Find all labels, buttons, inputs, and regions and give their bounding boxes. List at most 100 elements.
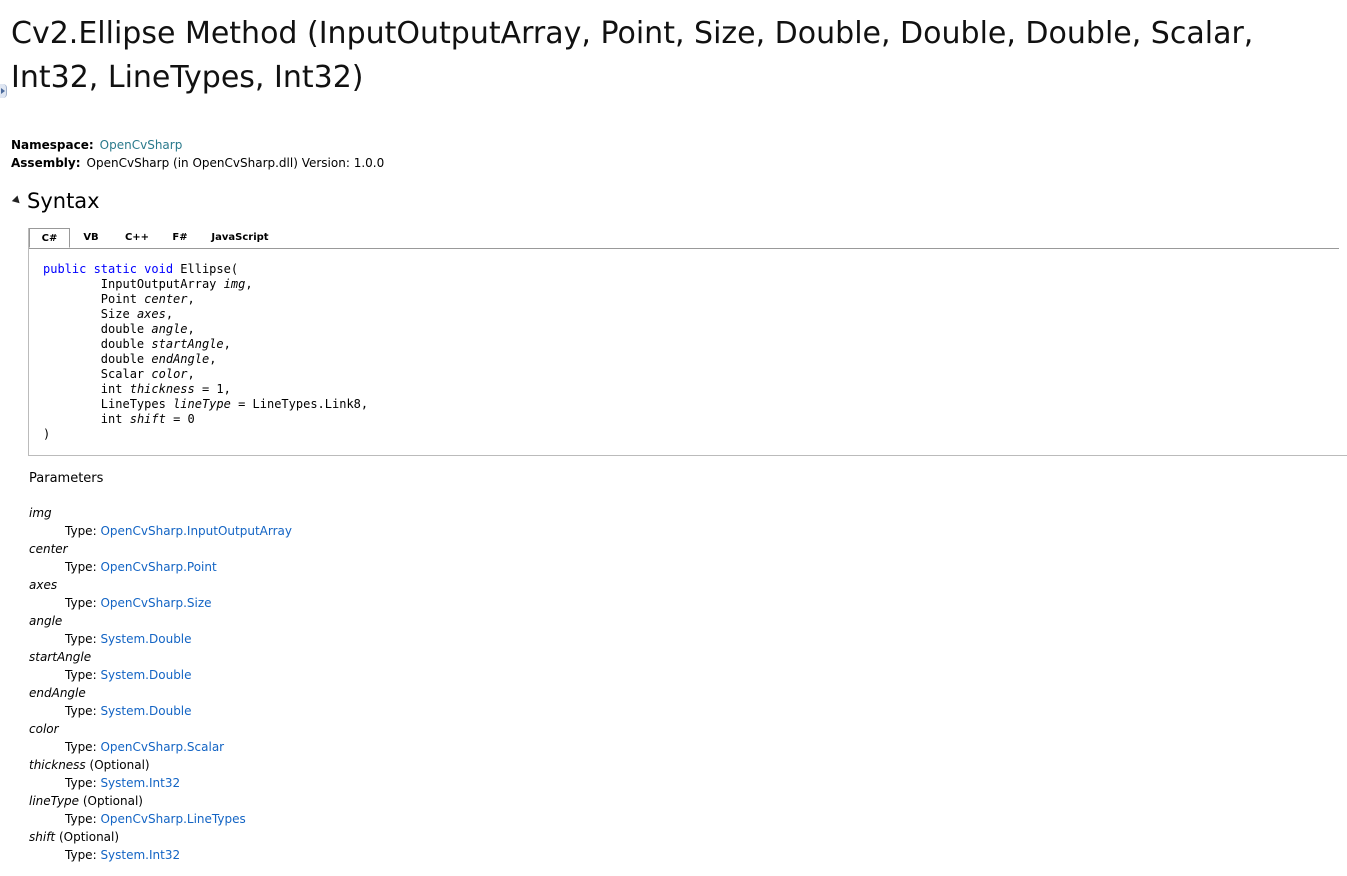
code-param-type: double <box>100 352 145 366</box>
code-param-line: LineTypes lineType = LineTypes.Link8, <box>43 397 368 411</box>
type-prefix: Type: <box>65 704 97 718</box>
code-param-suffix: , <box>187 322 195 336</box>
code-param-suffix: , <box>223 337 231 351</box>
syntax-heading: Syntax <box>27 189 100 213</box>
parameter-name-row: endAngle <box>29 684 292 702</box>
code-param-suffix: , <box>187 292 195 306</box>
parameter-name-row: shift (Optional) <box>29 828 292 846</box>
collapse-triangle-icon <box>11 194 23 206</box>
syntax-section-toggle[interactable]: Syntax <box>11 186 100 216</box>
code-param-type: Scalar <box>100 367 145 381</box>
parameter-name: lineType <box>29 794 80 808</box>
parameter-type-link[interactable]: OpenCvSharp.Scalar <box>100 740 224 754</box>
page-title: Cv2.Ellipse Method (InputOutputArray, Po… <box>11 16 1254 95</box>
code-param-line: double endAngle, <box>43 352 217 366</box>
parameter-type-link[interactable]: System.Int32 <box>100 848 180 862</box>
syntax-code-box: C# VB C++ F# JavaScript public static vo… <box>28 228 1347 456</box>
type-prefix: Type: <box>65 740 97 754</box>
parameter-name-row: color <box>29 720 292 738</box>
parameter-type-row: Type: OpenCvSharp.LineTypes <box>29 810 292 828</box>
parameter-type-row: Type: OpenCvSharp.Point <box>29 558 292 576</box>
code-param-suffix: = LineTypes.Link8, <box>230 397 369 411</box>
parameter-type-row: Type: System.Double <box>29 666 292 684</box>
parameter-name-row: axes <box>29 576 292 594</box>
parameter-type-link[interactable]: System.Int32 <box>100 776 180 790</box>
parameter-type-row: Type: System.Int32 <box>29 846 292 864</box>
code-block: public static void Ellipse( InputOutputA… <box>43 262 368 442</box>
type-prefix: Type: <box>65 596 97 610</box>
code-param-type: int <box>100 412 123 426</box>
parameter-type-link[interactable]: OpenCvSharp.Size <box>100 596 211 610</box>
optional-label: (Optional) <box>89 758 150 772</box>
optional-label: (Optional) <box>58 830 120 844</box>
side-expand-handle-icon[interactable] <box>0 84 7 98</box>
code-method-name: Ellipse( <box>180 262 239 276</box>
tab-fsharp[interactable]: F# <box>163 228 197 248</box>
parameter-type-row: Type: System.Int32 <box>29 774 292 792</box>
code-param-line: Point center, <box>43 292 195 306</box>
parameter-name: endAngle <box>29 686 86 700</box>
code-param-line: double angle, <box>43 322 195 336</box>
tab-csharp[interactable]: C# <box>29 228 70 248</box>
parameter-type-row: Type: System.Double <box>29 630 292 648</box>
code-param-suffix: , <box>165 307 174 321</box>
language-tabs: C# VB C++ F# JavaScript <box>29 228 1339 249</box>
code-close-paren: ) <box>43 427 51 441</box>
parameter-name: angle <box>29 614 63 628</box>
parameter-name-row: img <box>29 504 292 522</box>
code-param-suffix: = 0 <box>165 412 195 426</box>
code-param-suffix: , <box>245 277 253 291</box>
parameter-name: img <box>29 506 52 520</box>
assembly-label: Assembly: <box>11 156 81 170</box>
optional-label: (Optional) <box>82 794 143 808</box>
parameter-type-link[interactable]: System.Double <box>100 668 191 682</box>
assembly-row: Assembly: OpenCvSharp (in OpenCvSharp.dll… <box>11 154 384 172</box>
parameter-type-row: Type: OpenCvSharp.InputOutputArray <box>29 522 292 540</box>
code-param-name: center <box>144 292 188 306</box>
code-param-line: int thickness = 1, <box>43 382 231 396</box>
parameters-list: img Type: OpenCvSharp.InputOutputArray cen… <box>29 504 292 864</box>
parameter-type-link[interactable]: OpenCvSharp.InputOutputArray <box>100 524 292 538</box>
code-param-name: lineType <box>173 397 231 411</box>
code-param-suffix: = 1, <box>194 382 231 396</box>
namespace-label: Namespace: <box>11 138 94 152</box>
code-keywords: public static void <box>43 262 174 276</box>
code-param-type: LineTypes <box>100 397 166 411</box>
code-param-name: color <box>151 367 188 381</box>
code-param-type: double <box>100 322 145 336</box>
tab-vb[interactable]: VB <box>73 228 109 248</box>
type-prefix: Type: <box>65 776 97 790</box>
code-param-type: InputOutputArray <box>100 277 217 291</box>
type-prefix: Type: <box>65 524 97 538</box>
parameter-name: color <box>29 722 59 736</box>
parameter-name: axes <box>29 578 58 592</box>
code-param-line: Scalar color, <box>43 367 195 381</box>
parameter-name: center <box>29 542 68 556</box>
code-param-name: startAngle <box>151 337 224 351</box>
parameter-type-link[interactable]: System.Double <box>100 704 191 718</box>
tab-javascript[interactable]: JavaScript <box>205 228 275 248</box>
parameter-name-row: center <box>29 540 292 558</box>
code-param-name: endAngle <box>151 352 210 366</box>
parameter-type-link[interactable]: System.Double <box>100 632 191 646</box>
parameters-heading: Parameters <box>29 471 104 486</box>
parameter-name-row: lineType (Optional) <box>29 792 292 810</box>
code-param-suffix: , <box>187 367 195 381</box>
type-prefix: Type: <box>65 632 97 646</box>
namespace-link[interactable]: OpenCvSharp <box>100 138 183 152</box>
type-prefix: Type: <box>65 668 97 682</box>
tab-cpp[interactable]: C++ <box>117 228 157 248</box>
parameter-type-link[interactable]: OpenCvSharp.Point <box>100 560 216 574</box>
parameter-name-row: angle <box>29 612 292 630</box>
code-param-suffix: , <box>209 352 217 366</box>
code-param-name: img <box>223 277 246 291</box>
code-param-line: int shift = 0 <box>43 412 195 426</box>
parameter-name-row: thickness (Optional) <box>29 756 292 774</box>
type-prefix: Type: <box>65 848 97 862</box>
type-prefix: Type: <box>65 812 97 826</box>
parameter-type-row: Type: System.Double <box>29 702 292 720</box>
parameter-type-link[interactable]: OpenCvSharp.LineTypes <box>100 812 245 826</box>
code-param-line: double startAngle, <box>43 337 231 351</box>
code-param-name: shift <box>129 412 166 426</box>
code-param-name: axes <box>136 307 166 321</box>
